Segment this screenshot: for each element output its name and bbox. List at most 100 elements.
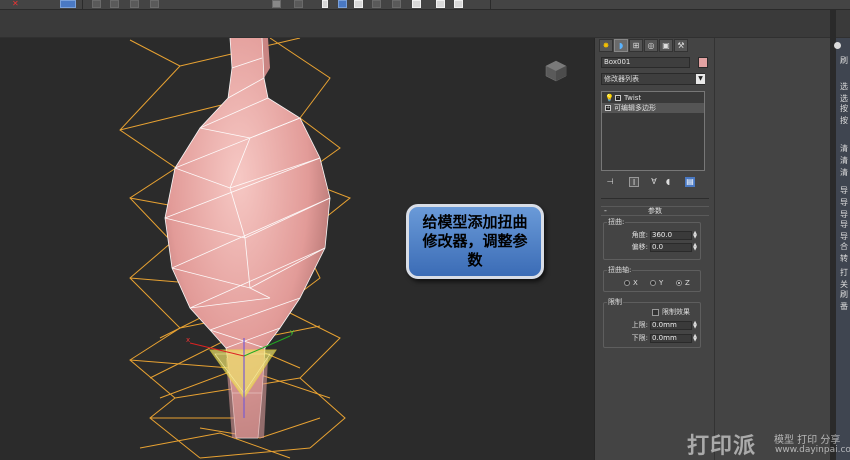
make-unique-icon[interactable]: ∀	[649, 177, 659, 187]
side-panel-label[interactable]: 刷	[840, 290, 850, 300]
align-icon[interactable]	[150, 0, 159, 8]
stack-item-twist[interactable]: 💡 - Twist	[602, 93, 704, 103]
mirror-icon[interactable]	[130, 0, 139, 8]
rollout-collapse-icon[interactable]: -	[604, 207, 607, 215]
schematic-icon[interactable]	[294, 0, 303, 8]
spinner-arrows-icon[interactable]: ▲ ▼	[692, 243, 698, 252]
viewport-icon[interactable]	[436, 0, 445, 8]
stack-item-label: Twist	[624, 94, 642, 102]
modify-tab-icon[interactable]: ◗	[614, 39, 628, 52]
panel-icon[interactable]	[454, 0, 463, 8]
upper-limit-input[interactable]: 0.0mm	[650, 321, 692, 330]
axis-x-label: X	[633, 279, 638, 287]
stack-toolbar: ⊣ Ⅰ ∀ ◖ ▤	[605, 177, 703, 189]
transform-icon[interactable]	[92, 0, 101, 8]
axis-y-radio[interactable]	[650, 280, 656, 286]
side-panel-label[interactable]: 选	[840, 94, 850, 104]
viewcube-icon[interactable]	[545, 60, 567, 82]
axis-z-radio[interactable]	[676, 280, 682, 286]
remove-modifier-icon[interactable]: ◖	[663, 177, 673, 187]
layer-icon[interactable]	[392, 0, 401, 8]
side-panel-label[interactable]: 清	[840, 156, 850, 166]
bias-label: 偏移:	[631, 243, 648, 251]
modifier-list-dropdown[interactable]: 修改器列表	[601, 73, 705, 85]
pin-stack-icon[interactable]: ⊣	[605, 177, 615, 187]
callout-line-3: 数	[467, 251, 483, 269]
create-tab-icon[interactable]: ✸	[599, 39, 613, 52]
side-panel-label[interactable]: 按	[840, 116, 850, 126]
render-setup-icon[interactable]	[338, 0, 347, 8]
angle-spinner-input[interactable]: 360.0	[650, 231, 692, 240]
lightbulb-icon[interactable]: 💡	[605, 94, 614, 102]
curve-editor-icon[interactable]	[272, 0, 281, 8]
group-label: 限制	[607, 297, 623, 307]
utilities-tab-icon[interactable]: ⚒	[674, 39, 688, 52]
lower-limit-input[interactable]: 0.0mm	[650, 334, 692, 343]
collapse-toggle-icon[interactable]: -	[615, 95, 621, 101]
side-panel-label[interactable]: 导	[840, 198, 850, 208]
ribbon-area	[0, 10, 850, 38]
twist-group: 扭曲: 角度: 360.0 ▲ ▼ 偏移: 0.0 ▲ ▼	[603, 217, 701, 260]
spinner-arrows-icon[interactable]: ▲ ▼	[692, 321, 698, 330]
chevron-down-icon[interactable]: ▼	[696, 74, 705, 84]
side-panel-label[interactable]: 选	[840, 82, 850, 92]
motion-tab-icon[interactable]: ◎	[644, 39, 658, 52]
expand-toggle-icon[interactable]: +	[605, 105, 611, 111]
axis-z-label: Z	[685, 279, 690, 287]
scene-explorer-icon[interactable]	[412, 0, 421, 8]
side-panel-label[interactable]: 合	[840, 242, 850, 252]
lower-limit-label: 下限:	[631, 334, 648, 342]
arrow-icon[interactable]	[40, 0, 49, 8]
spinner-arrows-icon[interactable]: ▲ ▼	[692, 231, 698, 240]
close-x-icon[interactable]: ✕	[12, 0, 21, 8]
toolbar-separator	[490, 0, 491, 9]
select-icon[interactable]	[60, 0, 76, 8]
side-panel-label[interactable]: 打	[840, 268, 850, 278]
command-panel-extension	[714, 38, 830, 460]
command-panel-tabs: ✸ ◗ ⊞ ◎ ▣ ⚒	[599, 39, 711, 53]
side-panel-label[interactable]: 导	[840, 210, 850, 220]
limit-effect-checkbox[interactable]	[652, 309, 659, 316]
parameters-rollout-header[interactable]: - 参数	[601, 206, 709, 216]
panel-dot-icon[interactable]	[834, 42, 841, 49]
panel-divider	[601, 198, 709, 199]
toolbar-separator	[82, 0, 83, 9]
render-icon[interactable]	[372, 0, 381, 8]
side-panel-label[interactable]: 番	[840, 302, 850, 312]
side-panel-label[interactable]: 转	[840, 254, 850, 264]
axis-y-label: Y	[659, 279, 664, 287]
side-panel-label[interactable]: 导	[840, 186, 850, 196]
watermark-url: www.dayinpai.com	[775, 445, 850, 455]
material-icon[interactable]	[322, 0, 328, 8]
display-tab-icon[interactable]: ▣	[659, 39, 673, 52]
stack-item-label: 可编辑多边形	[614, 104, 656, 112]
side-panel-label[interactable]: 导	[840, 220, 850, 230]
snap-icon[interactable]	[110, 0, 119, 8]
spinner-arrows-icon[interactable]: ▲ ▼	[692, 334, 698, 343]
side-panel-label[interactable]: 关	[840, 280, 850, 290]
side-panel-label[interactable]: 刷	[840, 56, 850, 66]
hierarchy-tab-icon[interactable]: ⊞	[629, 39, 643, 52]
main-toolbar: ✕	[0, 0, 850, 10]
rollout-title: 参数	[648, 207, 662, 215]
axis-x-radio[interactable]	[624, 280, 630, 286]
bias-spinner-input[interactable]: 0.0	[650, 243, 692, 252]
limits-group: 限制 限制效果 上限: 0.0mm ▲ ▼ 下限: 0.0mm ▲ ▼	[603, 297, 701, 348]
side-panel-label[interactable]: 按	[840, 104, 850, 114]
show-end-result-icon[interactable]: Ⅰ	[629, 177, 639, 187]
configure-sets-icon[interactable]: ▤	[685, 177, 695, 187]
render-frame-icon[interactable]	[354, 0, 363, 8]
twist-axis-group: 扭曲轴: X Y Z	[603, 265, 701, 292]
command-panel: ✸ ◗ ⊞ ◎ ▣ ⚒ Box001 修改器列表 ▼ 💡 - Twist + 可…	[594, 38, 714, 460]
modifier-stack[interactable]: 💡 - Twist + 可编辑多边形	[601, 91, 705, 171]
side-panel-label[interactable]: 导	[840, 232, 850, 242]
object-color-swatch[interactable]	[698, 57, 708, 68]
stack-item-editable-poly[interactable]: + 可编辑多边形	[602, 103, 704, 113]
object-name-field[interactable]: Box001	[601, 57, 690, 68]
watermark-logo: 打印派	[687, 434, 757, 459]
limit-effect-label: 限制效果	[662, 308, 690, 316]
group-label: 扭曲轴:	[607, 265, 633, 275]
side-panel-label[interactable]: 清	[840, 168, 850, 178]
side-panel-label[interactable]: 清	[840, 144, 850, 154]
callout-line-2: 修改器，调整参	[422, 232, 528, 250]
